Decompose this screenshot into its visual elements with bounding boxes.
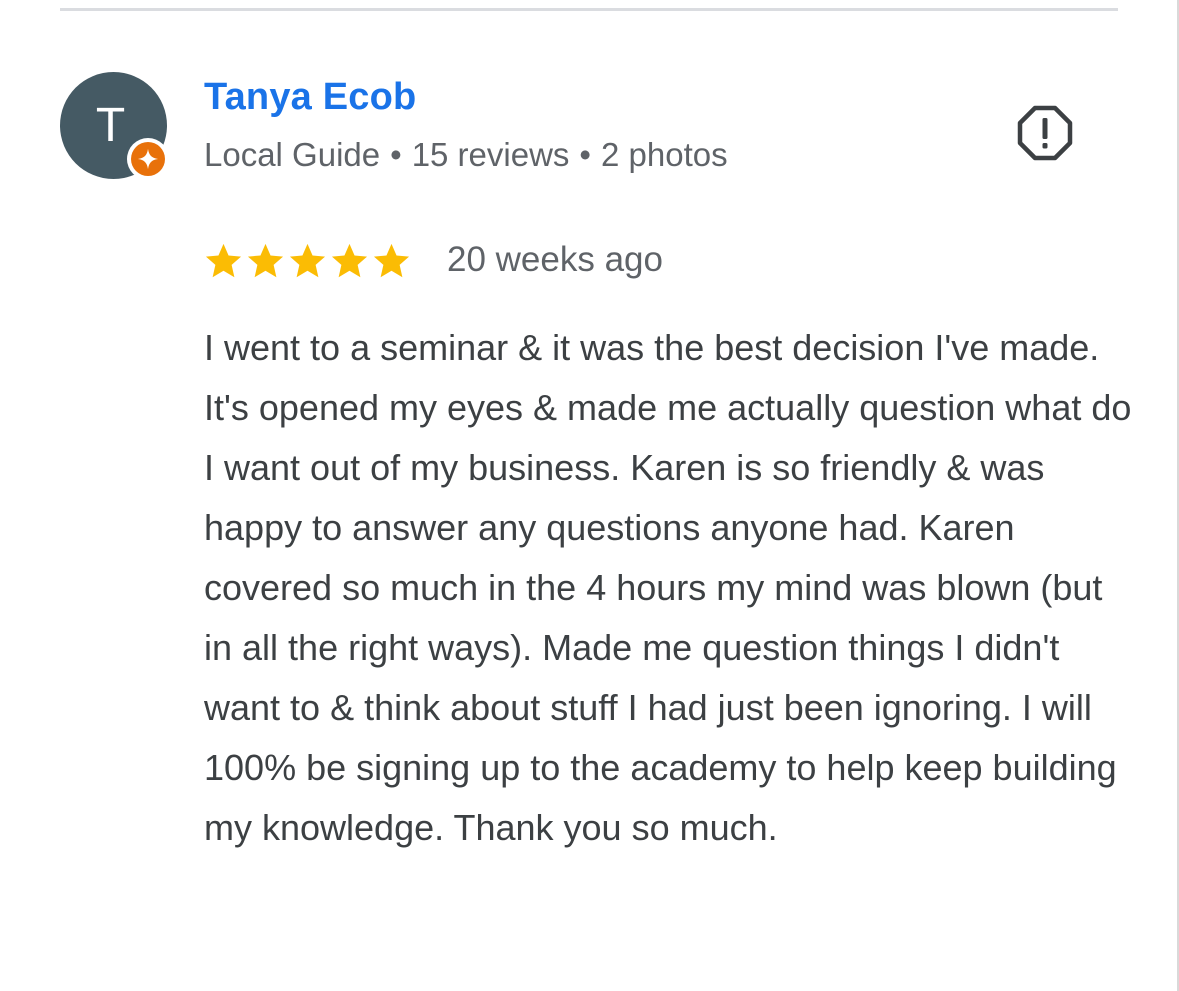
star-icon [331,243,368,277]
star-icon [373,243,410,277]
photos-count: 2 photos [600,136,728,173]
review-text: I went to a seminar & it was the best de… [204,327,1132,848]
local-guide-label: Local Guide [204,136,381,173]
meta-separator: • [390,136,402,173]
meta-separator: • [579,136,591,173]
star-icon [289,243,326,277]
local-guide-badge-icon [127,138,169,180]
reviews-count: 15 reviews [411,136,570,173]
star-icon [247,243,284,277]
report-review-button[interactable] [1014,104,1076,162]
avatar-initial: T [95,99,126,152]
star-icon [205,243,242,277]
review-date: 20 weeks ago [447,240,663,279]
star-rating [204,241,411,280]
reviewer-name[interactable]: Tanya Ecob [204,76,416,119]
top-divider [60,8,1118,11]
report-icon [1017,105,1073,161]
reviewer-meta: Local Guide • 15 reviews • 2 photos [204,136,728,174]
rating-row: 20 weeks ago [204,232,663,288]
